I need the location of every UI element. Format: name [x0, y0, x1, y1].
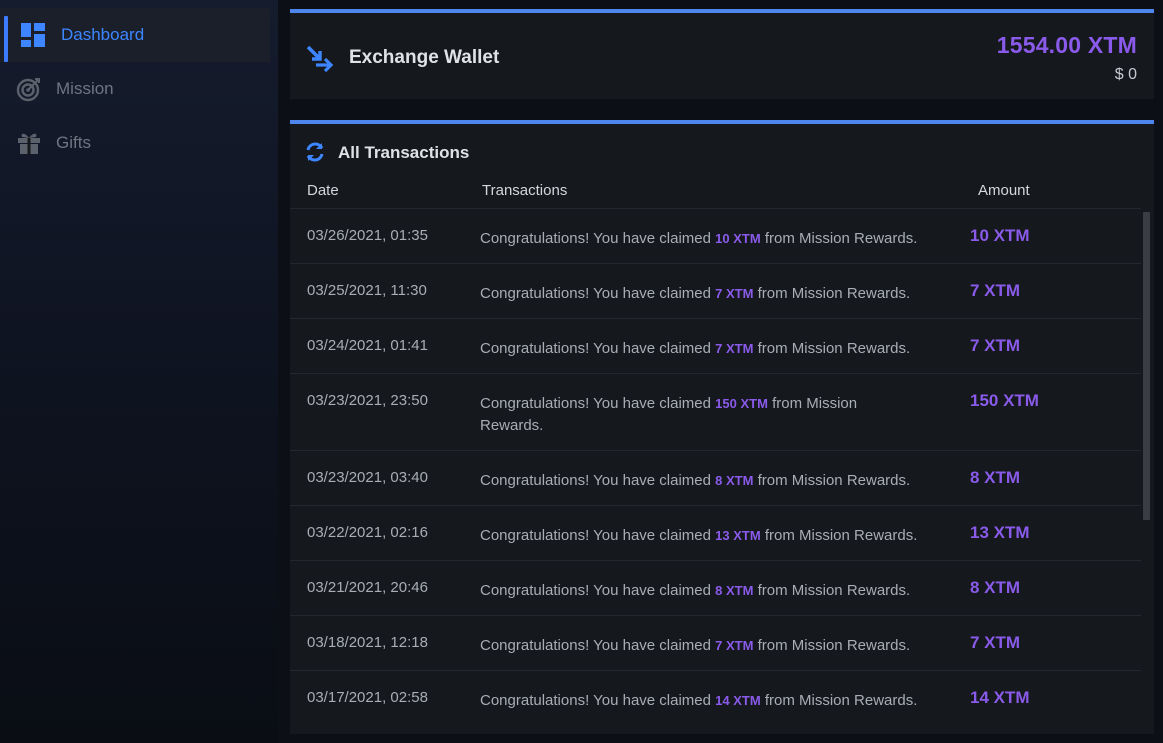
table-row: 03/25/2021, 11:30 Congratulations! You h…: [290, 263, 1141, 318]
row-amount: 7 XTM: [970, 281, 1021, 300]
row-description: Congratulations! You have claimed 7 XTM …: [480, 285, 911, 302]
sidebar-item-dashboard[interactable]: Dashboard: [0, 8, 270, 62]
transactions-table: 03/26/2021, 01:35 Congratulations! You h…: [290, 208, 1141, 725]
row-date: 03/24/2021, 01:41: [307, 337, 428, 354]
transactions-card: All Transactions Date Transactions Amoun…: [290, 120, 1154, 734]
transactions-title: All Transactions: [338, 143, 470, 162]
row-amount: 8 XTM: [970, 468, 1021, 487]
row-highlight-amount: 7 XTM: [715, 286, 754, 301]
row-description: Congratulations! You have claimed 7 XTM …: [480, 340, 911, 357]
row-highlight-amount: 7 XTM: [715, 341, 754, 356]
scrollbar-thumb[interactable]: [1143, 212, 1150, 520]
row-description: Congratulations! You have claimed 7 XTM …: [480, 637, 911, 654]
row-amount: 13 XTM: [970, 523, 1030, 542]
table-row: 03/21/2021, 20:46 Congratulations! You h…: [290, 560, 1141, 615]
table-row: 03/18/2021, 12:18 Congratulations! You h…: [290, 615, 1141, 670]
sidebar: Dashboard Mission Gifts: [0, 0, 278, 743]
wallet-title: Exchange Wallet: [349, 47, 500, 68]
table-row: 03/22/2021, 02:16 Congratulations! You h…: [290, 505, 1141, 560]
column-header-amount: Amount: [978, 182, 1030, 199]
row-amount: 150 XTM: [970, 391, 1039, 410]
row-amount: 7 XTM: [970, 633, 1021, 652]
exchange-arrows-icon: [304, 43, 334, 73]
sidebar-item-label: Gifts: [56, 133, 91, 152]
table-row: 03/17/2021, 02:58 Congratulations! You h…: [290, 670, 1141, 725]
row-highlight-amount: 8 XTM: [715, 473, 754, 488]
row-date: 03/18/2021, 12:18: [307, 634, 428, 651]
row-description: Congratulations! You have claimed 14 XTM…: [480, 692, 918, 709]
row-highlight-amount: 14 XTM: [715, 693, 761, 708]
row-amount: 8 XTM: [970, 578, 1021, 597]
row-amount: 10 XTM: [970, 226, 1030, 245]
wallet-balance: 1554.00 XTM: [996, 32, 1137, 58]
sidebar-item-gifts[interactable]: Gifts: [0, 116, 270, 170]
row-description: Congratulations! You have claimed 10 XTM…: [480, 230, 918, 247]
dashboard-icon: [20, 22, 46, 48]
exchange-wallet-card: Exchange Wallet 1554.00 XTM $ 0: [290, 9, 1154, 99]
row-date: 03/26/2021, 01:35: [307, 227, 428, 244]
table-row: 03/23/2021, 23:50 Congratulations! You h…: [290, 373, 1141, 450]
row-date: 03/25/2021, 11:30: [307, 282, 427, 299]
row-highlight-amount: 13 XTM: [715, 528, 761, 543]
target-icon: [16, 76, 42, 102]
table-row: 03/26/2021, 01:35 Congratulations! You h…: [290, 208, 1141, 263]
row-date: 03/23/2021, 23:50: [307, 392, 428, 409]
row-highlight-amount: 7 XTM: [715, 638, 754, 653]
column-header-date: Date: [307, 182, 339, 199]
row-date: 03/17/2021, 02:58: [307, 689, 428, 706]
row-date: 03/23/2021, 03:40: [307, 469, 428, 486]
sidebar-item-label: Dashboard: [61, 25, 145, 44]
row-highlight-amount: 10 XTM: [715, 231, 761, 246]
table-row: 03/24/2021, 01:41 Congratulations! You h…: [290, 318, 1141, 373]
table-row: 03/23/2021, 03:40 Congratulations! You h…: [290, 450, 1141, 505]
refresh-icon[interactable]: [304, 141, 326, 163]
row-description: Congratulations! You have claimed 8 XTM …: [480, 472, 911, 489]
column-header-transactions: Transactions: [482, 182, 568, 199]
sidebar-item-mission[interactable]: Mission: [0, 62, 270, 116]
row-date: 03/21/2021, 20:46: [307, 579, 428, 596]
row-description: Congratulations! You have claimed 150 XT…: [480, 395, 858, 434]
row-amount: 7 XTM: [970, 336, 1021, 355]
row-description: Congratulations! You have claimed 8 XTM …: [480, 582, 911, 599]
row-amount: 14 XTM: [970, 688, 1030, 707]
wallet-usd-value: $ 0: [1114, 66, 1137, 83]
row-highlight-amount: 150 XTM: [715, 396, 768, 411]
row-highlight-amount: 8 XTM: [715, 583, 754, 598]
gift-icon: [16, 130, 42, 156]
sidebar-item-label: Mission: [56, 79, 114, 98]
row-description: Congratulations! You have claimed 13 XTM…: [480, 527, 918, 544]
row-date: 03/22/2021, 02:16: [307, 524, 428, 541]
